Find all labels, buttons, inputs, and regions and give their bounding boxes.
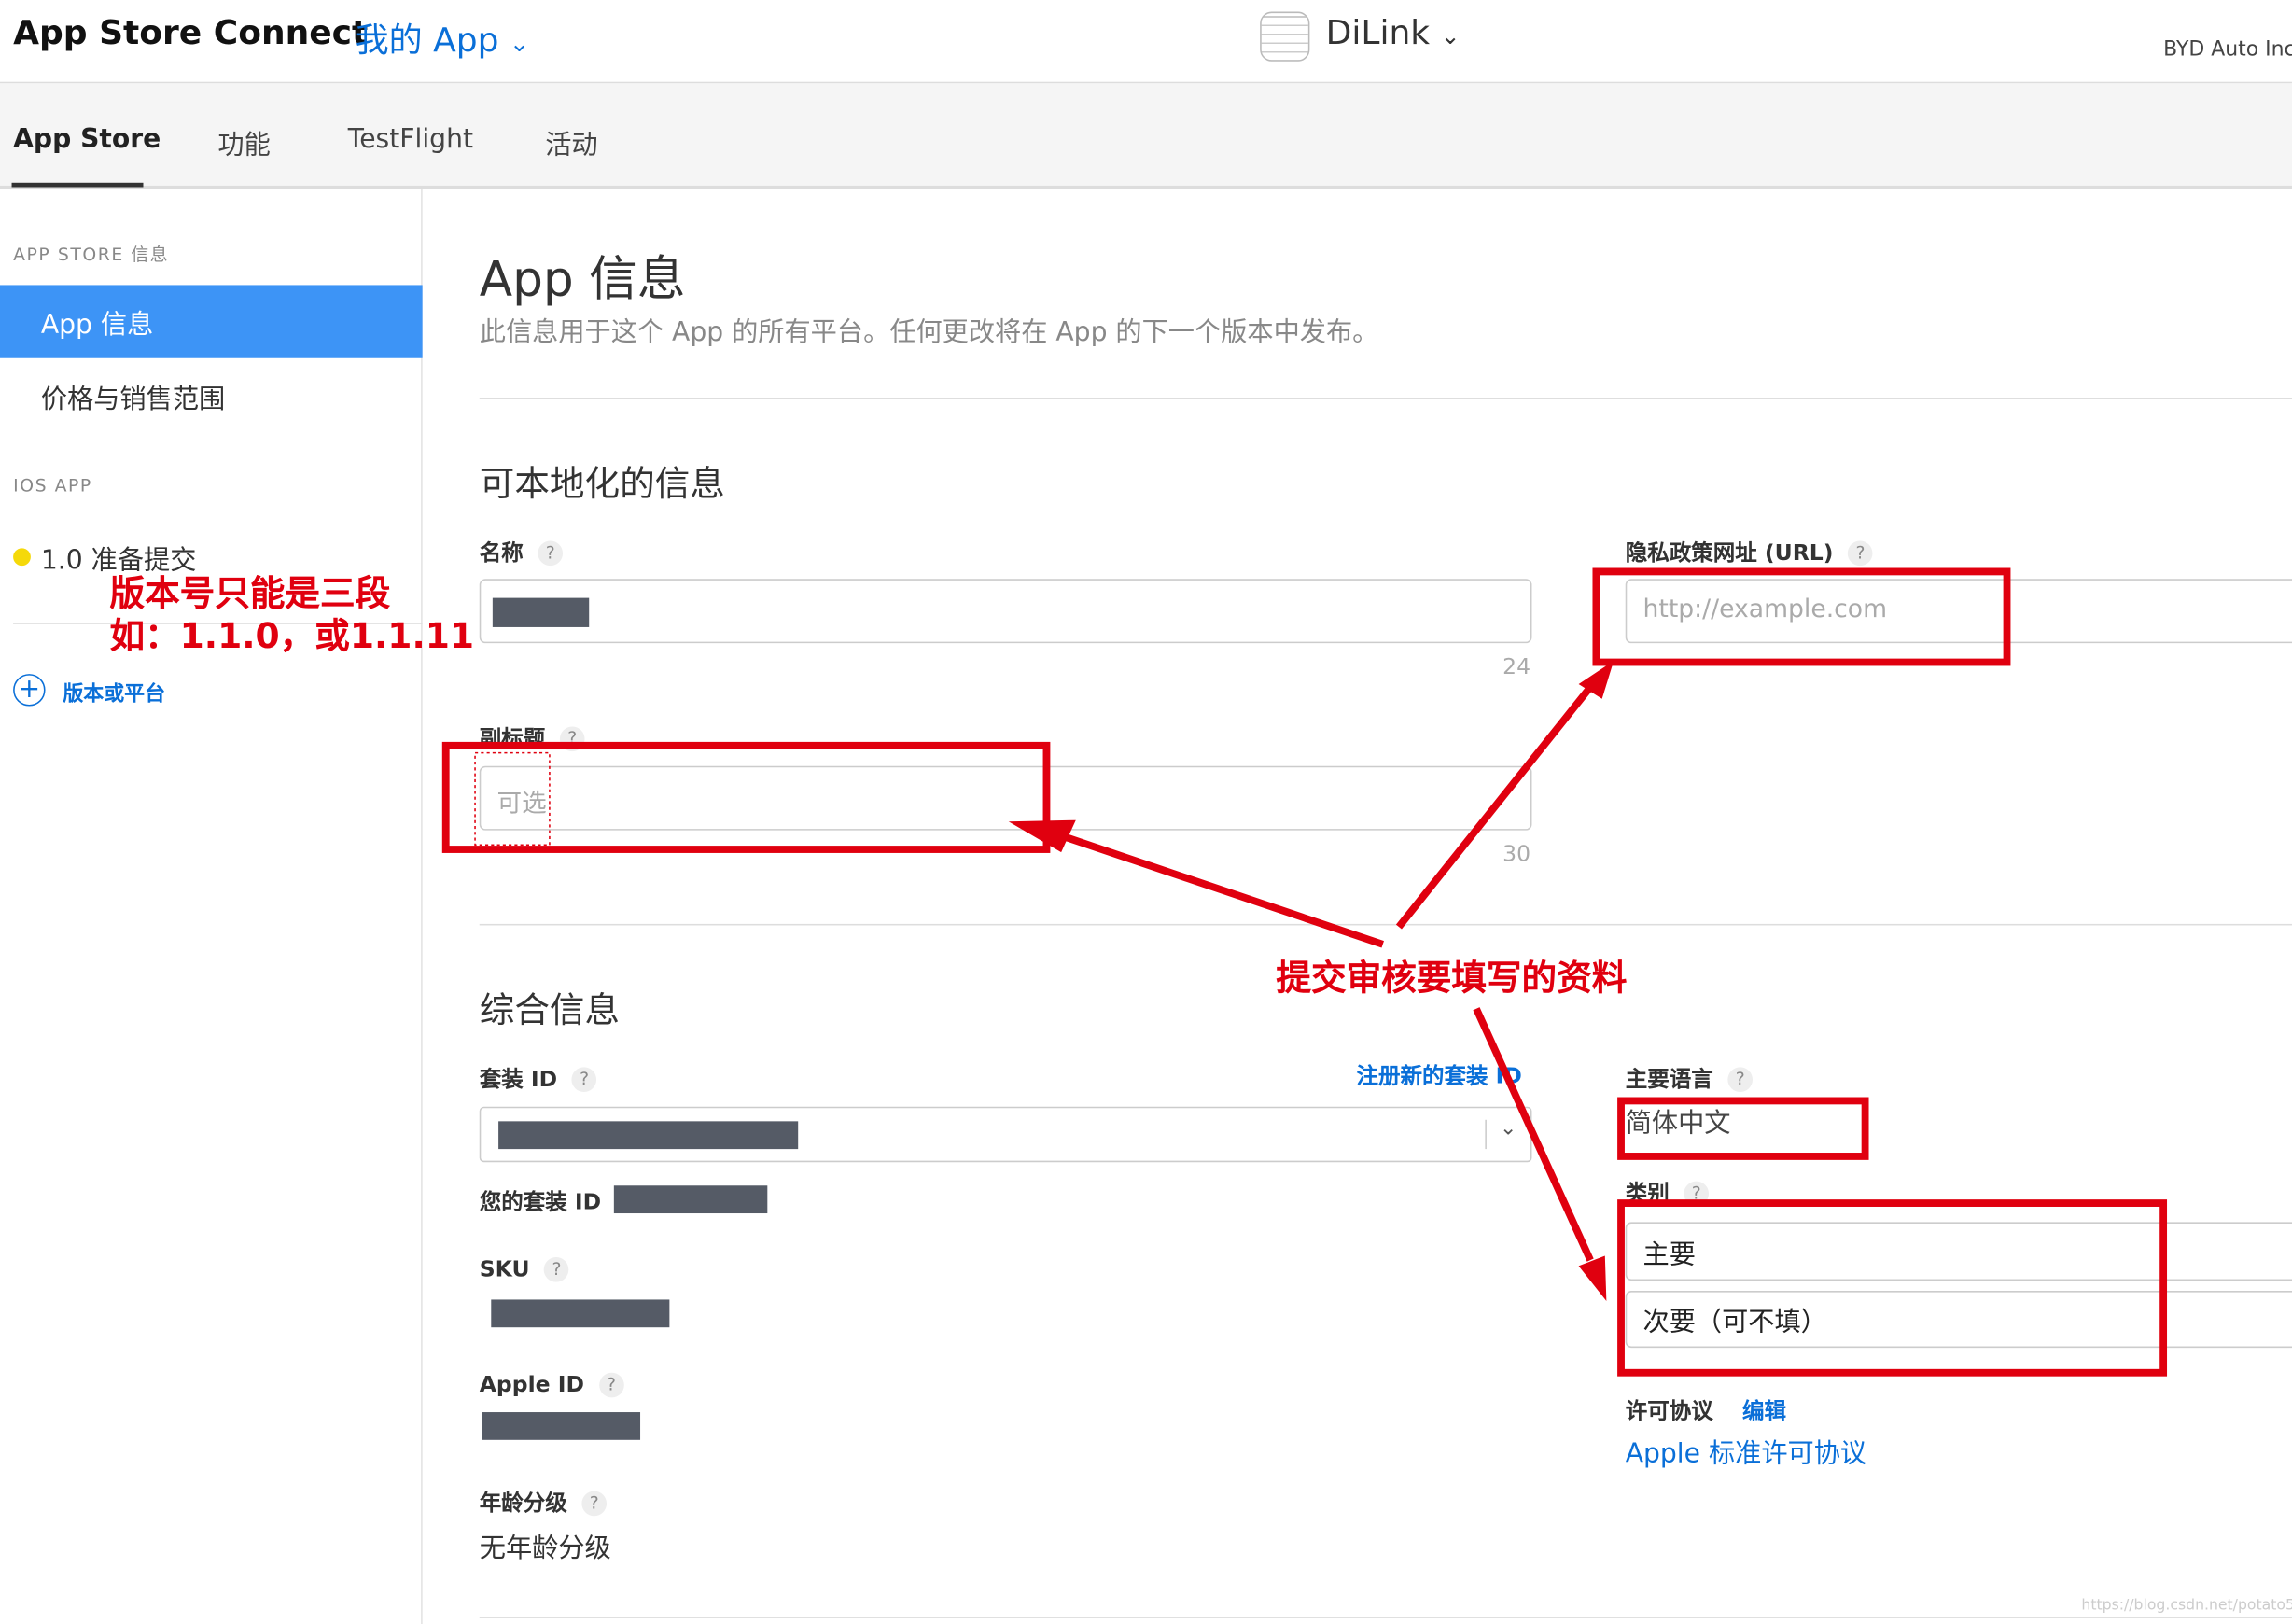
primary-category-select[interactable]: 主要 [1625,1222,2292,1281]
app-icon [1260,11,1310,62]
plus-circle-icon: + [13,674,46,707]
redacted-block [613,1185,768,1214]
help-icon[interactable]: ? [1848,540,1873,567]
license-label: 许可协议 [1625,1397,1713,1424]
tab-testflight[interactable]: TestFlight [348,124,473,155]
license-edit-link[interactable]: 编辑 [1742,1394,1786,1425]
top-header: App Store Connect 我的 App ⌄ DiLink ⌄ BYD … [0,0,2292,84]
help-icon[interactable]: ? [571,1067,597,1093]
category-label: 类别? [1625,1177,1710,1208]
help-icon[interactable]: ? [1727,1067,1754,1093]
my-apps-label: 我的 App [355,21,499,61]
register-bundle-id-link[interactable]: 注册新的套装 ID [1357,1060,1522,1091]
sidebar: APP STORE 信息 App 信息 价格与销售范围 IOS APP 1.0 … [0,189,423,1624]
privacy-url-input[interactable]: http://example.com [1625,579,2292,644]
select-divider [1485,1119,1487,1150]
name-char-count: 24 [1502,653,1531,680]
apple-id-label: Apple ID? [479,1371,624,1398]
arrowhead [1578,1255,1607,1302]
brand-title: App Store Connect [13,14,369,53]
label-text: 套装 ID [479,1065,558,1093]
version-note-line2: 如：1.1.0，或1.1.11 [109,615,475,657]
label-text: 副标题 [479,724,546,752]
help-icon[interactable]: ? [559,726,585,752]
sidebar-item-app-info[interactable]: App 信息 [0,285,423,358]
arrow-to-subtitle [1066,833,1384,948]
redacted-block [492,597,590,627]
help-icon[interactable]: ? [538,540,564,567]
tab-app-store[interactable]: App Store [13,124,161,155]
account-name[interactable]: BYD Auto Inc [2163,38,2292,62]
help-icon[interactable]: ? [598,1372,624,1398]
label-text: 主要语言 [1625,1065,1713,1093]
privacy-url-placeholder: http://example.com [1642,595,1888,624]
your-bundle-id-label: 您的套装 ID [479,1188,602,1215]
chevron-down-icon: ⌄ [1440,21,1460,50]
help-icon[interactable]: ? [544,1257,569,1282]
subtitle-label: 副标题? [480,722,585,753]
add-version-label: 版本或平台 [63,682,165,707]
sku-label: SKU? [479,1255,569,1282]
label-text: 年龄分级 [479,1490,567,1517]
watermark: https://blog.csdn.net/potato512 [2081,1597,2292,1615]
app-switcher[interactable]: DiLink ⌄ [1326,15,1460,53]
divider [479,1617,2292,1618]
primary-category-value: 主要 [1642,1239,1696,1271]
my-apps-menu[interactable]: 我的 App ⌄ [356,12,529,62]
sidebar-item-pricing[interactable]: 价格与销售范围 [0,361,423,428]
primary-language-value[interactable]: 简体中文 [1626,1102,1731,1141]
chevron-down-icon: ⌄ [509,29,529,58]
label-text: SKU [479,1255,530,1282]
page-subtitle: 此信息用于这个 App 的所有平台。任何更改将在 App 的下一个版本中发布。 [479,316,1379,348]
submit-note: 提交审核要填写的资料 [1276,957,1628,999]
tab-features[interactable]: 功能 [217,124,270,162]
name-input[interactable] [479,579,1532,644]
privacy-url-label: 隐私政策网址 (URL)? [1626,537,1873,567]
tab-activity[interactable]: 活动 [545,124,597,162]
license-agreement-link[interactable]: Apple 标准许可协议 [1626,1433,1866,1471]
section-heading-general: 综合信息 [479,989,621,1031]
age-rating-value: 无年龄分级 [479,1533,611,1564]
section-heading-localized: 可本地化的信息 [479,463,725,505]
page-title: App 信息 [479,249,686,307]
primary-language-label: 主要语言? [1625,1063,1754,1094]
sidebar-item-label: App 信息 [40,310,154,341]
arrowhead [1578,660,1614,699]
divider [479,923,2292,926]
redacted-block [491,1299,670,1328]
label-text: 类别 [1625,1180,1670,1207]
app-name: DiLink [1325,14,1431,53]
bundle-id-label: 套装 ID? [480,1063,597,1094]
subtitle-input[interactable]: 可选 [479,765,1532,831]
label-text: Apple ID [479,1371,584,1398]
status-dot-icon [13,548,31,567]
label-text: 隐私政策网址 (URL) [1625,539,1834,567]
secondary-category-value: 次要（可不填） [1642,1307,1827,1338]
name-label: 名称? [479,537,564,567]
bundle-id-select[interactable]: ⌄ [479,1106,1532,1163]
subtitle-placeholder: 可选 [496,789,547,819]
help-icon[interactable]: ? [581,1491,608,1517]
add-version-button[interactable]: + 版本或平台 [13,674,305,709]
age-rating-label: 年龄分级? [479,1487,608,1518]
help-icon[interactable]: ? [1684,1181,1710,1207]
label-text: 名称 [479,539,524,567]
active-tab-indicator [11,182,144,188]
sidebar-item-label: 价格与销售范围 [40,384,226,415]
tab-bar: App Store 功能 TestFlight 活动 [0,83,2292,189]
sidebar-section-ios-app: IOS APP [13,475,92,496]
divider [479,398,2292,399]
subtitle-char-count: 30 [1502,840,1531,867]
redacted-block [482,1412,641,1440]
sidebar-section-app-store-info: APP STORE 信息 [13,244,170,265]
secondary-category-select[interactable]: 次要（可不填） [1625,1291,2292,1349]
chevron-down-icon: ⌄ [1500,1116,1517,1141]
redacted-block [498,1121,799,1150]
